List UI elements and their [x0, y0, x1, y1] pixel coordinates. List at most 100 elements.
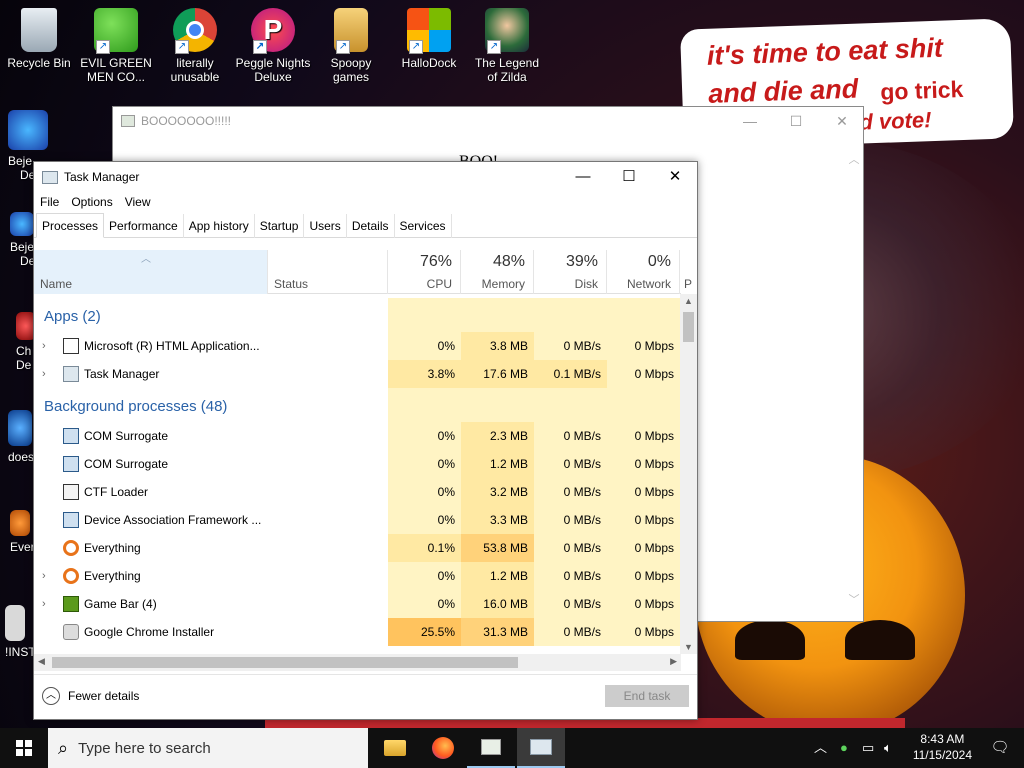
installer-icon [63, 624, 79, 640]
bejeweled-icon [10, 212, 34, 236]
group-header-cell [461, 298, 534, 332]
desktop-icon-literally-unusable[interactable]: ↗ literally unusable [157, 8, 233, 84]
task-manager-window[interactable]: Task Manager — ☐ ✕ File Options View Pro… [33, 161, 698, 720]
hta-minimize-button[interactable]: — [727, 107, 773, 135]
process-memory: 3.3 MB [461, 506, 534, 534]
hta-window-icon [481, 739, 501, 755]
desktop-icon-partial[interactable]: Ever [10, 510, 35, 554]
tab-services[interactable]: Services [395, 214, 452, 238]
tab-details[interactable]: Details [347, 214, 395, 238]
desktop-icon-legend-of-zilda[interactable]: ↗ The Legend of Zilda [469, 8, 545, 84]
show-hidden-icons-chevron-icon[interactable]: ︿ [814, 728, 827, 768]
process-cpu: 3.8% [388, 360, 461, 388]
scroll-up-icon[interactable]: ▲ [680, 296, 697, 306]
scroll-right-icon[interactable]: ▶ [670, 656, 677, 667]
peggle-icon: P ↗ [251, 8, 295, 54]
scroll-left-icon[interactable]: ◀ [38, 656, 45, 667]
tab-users[interactable]: Users [304, 214, 347, 238]
expand-chevron-icon[interactable]: › [42, 590, 46, 618]
process-cpu: 0% [388, 478, 461, 506]
scroll-down-icon[interactable]: ▼ [680, 642, 697, 652]
desktop-icon-spoopy-games[interactable]: ↗ Spoopy games [313, 8, 389, 84]
column-header-status[interactable]: Status [268, 250, 388, 294]
column-header-disk[interactable]: 39% Disk [534, 250, 607, 294]
hta-scrollbar[interactable]: ︿ ﹀ [845, 137, 863, 621]
expand-chevron-icon[interactable]: › [42, 332, 46, 360]
process-row[interactable]: Everything 0.1% 53.8 MB 0 MB/s 0 Mbps [34, 534, 681, 562]
menu-file[interactable]: File [40, 192, 65, 214]
taskbar-hta-app[interactable] [467, 728, 515, 768]
maximize-button[interactable]: ☐ [606, 162, 652, 192]
process-disk: 0.1 MB/s [534, 360, 607, 388]
taskbar-task-manager[interactable] [517, 728, 565, 768]
group-header-label: Apps (2) [44, 308, 101, 325]
process-disk: 0 MB/s [534, 422, 607, 450]
process-row[interactable]: Device Association Framework ... 0% 3.3 MB… [34, 506, 681, 534]
desktop-icon-partial[interactable]: !INST [5, 605, 36, 659]
vertical-scrollbar[interactable]: ▲ ▼ [680, 294, 697, 654]
menu-options[interactable]: Options [71, 192, 118, 214]
taskbar-firefox[interactable] [419, 728, 467, 768]
tab-startup[interactable]: Startup [255, 214, 305, 238]
chevron-up-icon[interactable]: ︿ [845, 151, 863, 167]
process-network: 0 Mbps [607, 450, 680, 478]
process-row[interactable]: Google Chrome Installer 25.5% 31.3 MB 0 MB/… [34, 618, 681, 646]
desktop-icon-label: literally unusable [170, 56, 220, 84]
desktop-icon-partial[interactable]: Beje De [10, 212, 35, 268]
menu-view[interactable]: View [125, 192, 157, 214]
scroll-thumb-horizontal[interactable] [52, 657, 518, 668]
taskbar-search-box[interactable]: ⌕ Type here to search [48, 728, 368, 768]
disk-total-percent: 39% [565, 253, 598, 270]
desktop-icon-recycle-bin[interactable]: Recycle Bin [1, 8, 77, 70]
process-row[interactable]: › Task Manager 3.8% 17.6 MB 0.1 MB/s 0 Mbps [34, 360, 681, 388]
taskbar-clock[interactable]: 8:43 AM 11/15/2024 [913, 731, 972, 763]
hta-close-button[interactable]: ✕ [819, 107, 865, 135]
close-button[interactable]: ✕ [652, 162, 698, 192]
expand-chevron-icon[interactable]: › [42, 360, 46, 388]
process-row[interactable]: › Microsoft (R) HTML Application... 0% 3.8 … [34, 332, 681, 360]
desktop-icon-label: does [8, 450, 35, 464]
column-header-network[interactable]: 0% Network [607, 250, 680, 294]
column-header-row: ︿ Name Status 76% CPU 48% Memory 39% Dis… [34, 250, 692, 294]
desktop-icon-evil-green-men[interactable]: ↗ EVIL GREEN MEN CO... [78, 8, 154, 84]
desktop-icon-partial[interactable]: does [8, 410, 34, 464]
tab-processes[interactable]: Processes [36, 213, 105, 238]
column-header-memory[interactable]: 48% Memory [461, 250, 534, 294]
scroll-thumb[interactable] [683, 312, 694, 342]
process-row[interactable]: COM Surrogate 0% 1.2 MB 0 MB/s 0 Mbps [34, 450, 681, 478]
network-icon[interactable]: ▭ [862, 728, 874, 768]
column-header-power[interactable]: P [680, 250, 700, 294]
expand-chevron-icon[interactable]: › [42, 562, 46, 590]
horizontal-scrollbar[interactable]: ◀ ▶ [34, 654, 681, 671]
column-header-cpu[interactable]: 76% CPU [388, 250, 461, 294]
process-row[interactable]: CTF Loader 0% 3.2 MB 0 MB/s 0 Mbps [34, 478, 681, 506]
tray-app-icon[interactable]: ● [840, 728, 848, 768]
folder-icon [384, 740, 406, 756]
column-header-name[interactable]: ︿ Name [34, 250, 268, 294]
fewer-details-button[interactable]: ︿ Fewer details [42, 687, 139, 705]
process-memory: 1.2 MB [461, 562, 534, 590]
process-row[interactable]: COM Surrogate 0% 2.3 MB 0 MB/s 0 Mbps [34, 422, 681, 450]
clock-time: 8:43 AM [920, 732, 965, 746]
process-row[interactable]: › Game Bar (4) 0% 16.0 MB 0 MB/s 0 Mbps [34, 590, 681, 618]
installer-icon [5, 605, 25, 641]
hta-maximize-button[interactable]: ☐ [773, 107, 819, 135]
process-memory: 1.2 MB [461, 450, 534, 478]
process-disk: 0 MB/s [534, 332, 607, 360]
taskbar-file-explorer[interactable] [371, 728, 419, 768]
volume-icon[interactable]: 🔈︎ [884, 728, 892, 768]
tab-performance[interactable]: Performance [104, 214, 184, 238]
chevron-down-icon[interactable]: ﹀ [845, 591, 863, 607]
desktop-icon-label: Ever [10, 540, 35, 554]
process-disk: 0 MB/s [534, 534, 607, 562]
desktop-icon-hallodock[interactable]: ↗ HalloDock [391, 8, 467, 70]
notification-center-icon[interactable]: 🗨︎ [976, 728, 1024, 768]
start-button[interactable] [0, 728, 48, 768]
desktop-icon-peggle[interactable]: P ↗ Peggle Nights Deluxe [235, 8, 311, 84]
minimize-button[interactable]: — [560, 162, 606, 192]
tab-app-history[interactable]: App history [184, 214, 255, 238]
process-row[interactable]: › Everything 0% 1.2 MB 0 MB/s 0 Mbps [34, 562, 681, 590]
process-cpu: 0% [388, 450, 461, 478]
end-task-button[interactable]: End task [605, 685, 689, 707]
process-name: Task Manager [84, 367, 160, 381]
